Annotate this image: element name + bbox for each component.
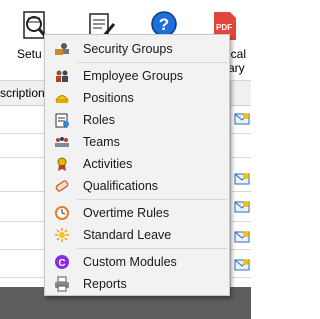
menu-item-teams[interactable]: Teams [45, 131, 229, 153]
security-groups-icon [55, 43, 69, 55]
menu-item-qualifications[interactable]: Qualifications [45, 175, 229, 197]
column-divider [230, 81, 231, 287]
row-mail-icon[interactable] [234, 259, 250, 271]
menu-item-label: Activities [83, 157, 133, 171]
roles-icon [55, 113, 69, 128]
positions-icon [55, 95, 69, 103]
menu-separator [77, 62, 227, 63]
menu-item-label: Teams [83, 135, 120, 149]
menu-separator [77, 248, 227, 249]
menu-item-label: Overtime Rules [83, 206, 170, 220]
employee-groups-icon [56, 70, 68, 82]
ribbon-right-label-2: ary [228, 61, 245, 75]
menu-item-standard-leave[interactable]: Standard Leave [45, 224, 229, 246]
reports-icon [55, 276, 69, 292]
teams-icon [55, 137, 69, 147]
menu-item-custom-modules[interactable]: C Custom Modules [45, 251, 229, 273]
menu-item-label: Security Groups [83, 42, 173, 56]
svg-text:PDF: PDF [216, 23, 232, 32]
menu-item-label: Employee Groups [83, 69, 184, 83]
description-column-header[interactable]: scription [0, 86, 45, 100]
activities-icon [57, 157, 67, 171]
menu-item-label: Standard Leave [83, 228, 172, 242]
row-mail-icon[interactable] [234, 201, 250, 213]
menu-item-reports[interactable]: Reports [45, 273, 229, 295]
setup-dropdown-menu: Security Groups Employee Groups Position… [44, 34, 230, 296]
menu-item-label: Qualifications [83, 179, 159, 193]
setup-button-label: Setu [17, 47, 42, 61]
menu-item-positions[interactable]: Positions [45, 87, 229, 109]
menu-item-activities[interactable]: Activities [45, 153, 229, 175]
ribbon-right-label-1: ical [228, 47, 247, 61]
overtime-rules-icon [55, 206, 69, 220]
standard-leave-icon [55, 228, 69, 242]
menu-item-label: Roles [83, 113, 115, 127]
menu-item-employee-groups[interactable]: Employee Groups [45, 65, 229, 87]
row-mail-icon[interactable] [234, 113, 250, 125]
menu-item-label: Positions [83, 91, 134, 105]
row-mail-icon[interactable] [234, 231, 250, 243]
menu-item-overtime-rules[interactable]: Overtime Rules [45, 202, 229, 224]
row-mail-icon[interactable] [234, 173, 250, 185]
qualifications-icon [55, 180, 69, 192]
menu-item-roles[interactable]: Roles [45, 109, 229, 131]
svg-text:C: C [58, 258, 65, 269]
menu-item-label: Custom Modules [83, 255, 177, 269]
menu-item-label: Reports [83, 277, 127, 291]
custom-modules-icon: C [55, 255, 69, 269]
menu-separator [77, 199, 227, 200]
svg-text:?: ? [159, 15, 169, 34]
menu-item-security-groups[interactable]: Security Groups [45, 38, 229, 60]
